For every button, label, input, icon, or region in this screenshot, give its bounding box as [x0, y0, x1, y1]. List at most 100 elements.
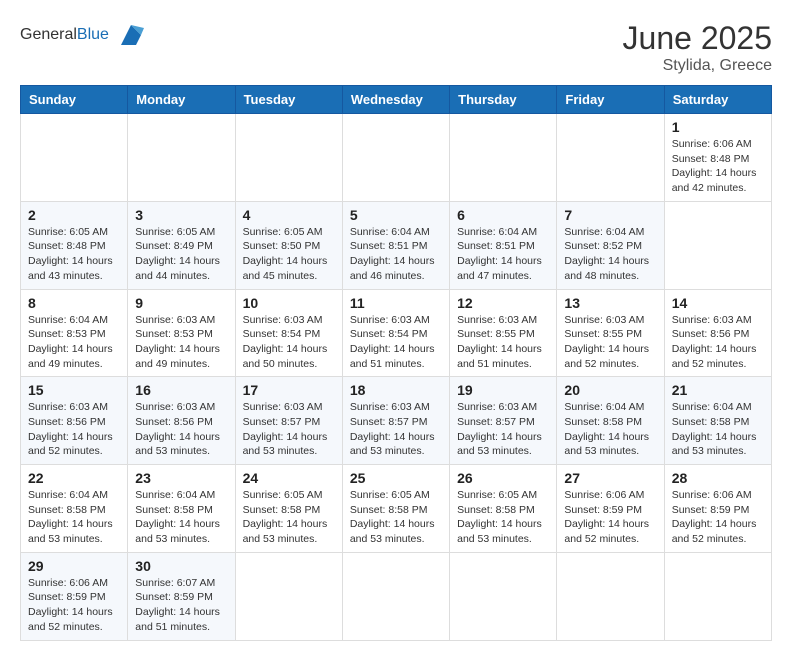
day-number: 9 [135, 295, 227, 311]
calendar-week-5: 22 Sunrise: 6:04 AMSunset: 8:58 PMDayligh… [21, 465, 772, 553]
day-info: Sunrise: 6:04 AMSunset: 8:51 PMDaylight:… [457, 226, 542, 282]
month-year: June 2025 [623, 20, 772, 57]
day-info: Sunrise: 6:04 AMSunset: 8:58 PMDaylight:… [28, 489, 113, 545]
calendar-cell: 27Sunrise: 6:06 AMSunset: 8:59 PMDayligh… [557, 465, 664, 553]
day-number: 20 [564, 382, 656, 398]
logo-icon [116, 20, 146, 50]
day-info: Sunrise: 6:05 AMSunset: 8:58 PMDaylight:… [243, 489, 328, 545]
day-number: 7 [564, 207, 656, 223]
day-info: Sunrise: 6:04 AMSunset: 8:58 PMDaylight:… [672, 401, 757, 457]
calendar-cell: 25Sunrise: 6:05 AMSunset: 8:58 PMDayligh… [342, 465, 449, 553]
day-info: Sunrise: 6:04 AMSunset: 8:58 PMDaylight:… [564, 401, 649, 457]
day-number: 15 [28, 382, 120, 398]
day-number: 1 [672, 119, 764, 135]
location: Stylida, Greece [623, 57, 772, 75]
day-info: Sunrise: 6:05 AMSunset: 8:58 PMDaylight:… [457, 489, 542, 545]
calendar-cell [664, 201, 771, 289]
day-info: Sunrise: 6:04 AMSunset: 8:52 PMDaylight:… [564, 226, 649, 282]
calendar-cell: 15 Sunrise: 6:03 AMSunset: 8:56 PMDayligh… [21, 377, 128, 465]
calendar-cell: 10Sunrise: 6:03 AMSunset: 8:54 PMDayligh… [235, 289, 342, 377]
day-info: Sunrise: 6:06 AMSunset: 8:59 PMDaylight:… [564, 489, 649, 545]
calendar-cell: 22 Sunrise: 6:04 AMSunset: 8:58 PMDayligh… [21, 465, 128, 553]
calendar-header-row: SundayMondayTuesdayWednesdayThursdayFrid… [21, 86, 772, 114]
calendar-cell: 30 Sunrise: 6:07 AMSunset: 8:59 PMDayligh… [128, 552, 235, 640]
day-info: Sunrise: 6:06 AMSunset: 8:59 PMDaylight:… [672, 489, 757, 545]
day-number: 14 [672, 295, 764, 311]
calendar-cell: 12Sunrise: 6:03 AMSunset: 8:55 PMDayligh… [450, 289, 557, 377]
day-header-sunday: Sunday [21, 86, 128, 114]
day-number: 24 [243, 470, 335, 486]
calendar-week-6: 29Sunrise: 6:06 AMSunset: 8:59 PMDayligh… [21, 552, 772, 640]
calendar-week-3: 8Sunrise: 6:04 AMSunset: 8:53 PMDaylight… [21, 289, 772, 377]
calendar-cell: 24 Sunrise: 6:05 AMSunset: 8:58 PMDayligh… [235, 465, 342, 553]
day-number: 21 [672, 382, 764, 398]
day-info: Sunrise: 6:07 AMSunset: 8:59 PMDaylight:… [135, 577, 220, 633]
day-info: Sunrise: 6:05 AMSunset: 8:48 PMDaylight:… [28, 226, 113, 282]
calendar-cell: 28Sunrise: 6:06 AMSunset: 8:59 PMDayligh… [664, 465, 771, 553]
calendar-cell [342, 552, 449, 640]
day-info: Sunrise: 6:04 AMSunset: 8:58 PMDaylight:… [135, 489, 220, 545]
day-header-thursday: Thursday [450, 86, 557, 114]
calendar-cell [450, 114, 557, 202]
calendar-cell [557, 552, 664, 640]
day-info: Sunrise: 6:05 AMSunset: 8:50 PMDaylight:… [243, 226, 328, 282]
logo: GeneralBlue [20, 20, 146, 50]
calendar-cell: 8Sunrise: 6:04 AMSunset: 8:53 PMDaylight… [21, 289, 128, 377]
calendar-cell: 13 Sunrise: 6:03 AMSunset: 8:55 PMDayligh… [557, 289, 664, 377]
calendar-cell: 7 Sunrise: 6:04 AMSunset: 8:52 PMDaylight… [557, 201, 664, 289]
logo-blue-text: Blue [77, 26, 109, 43]
calendar-cell: 14Sunrise: 6:03 AMSunset: 8:56 PMDayligh… [664, 289, 771, 377]
calendar-cell: 9Sunrise: 6:03 AMSunset: 8:53 PMDaylight… [128, 289, 235, 377]
day-number: 13 [564, 295, 656, 311]
calendar-cell: 3 Sunrise: 6:05 AMSunset: 8:49 PMDaylight… [128, 201, 235, 289]
day-header-monday: Monday [128, 86, 235, 114]
calendar-cell: 11Sunrise: 6:03 AMSunset: 8:54 PMDayligh… [342, 289, 449, 377]
calendar-cell: 4 Sunrise: 6:05 AMSunset: 8:50 PMDaylight… [235, 201, 342, 289]
day-info: Sunrise: 6:04 AMSunset: 8:51 PMDaylight:… [350, 226, 435, 282]
day-number: 12 [457, 295, 549, 311]
calendar-cell: 26Sunrise: 6:05 AMSunset: 8:58 PMDayligh… [450, 465, 557, 553]
calendar-week-4: 15 Sunrise: 6:03 AMSunset: 8:56 PMDayligh… [21, 377, 772, 465]
page-header: GeneralBlue June 2025 Stylida, Greece [20, 20, 772, 75]
day-info: Sunrise: 6:03 AMSunset: 8:56 PMDaylight:… [28, 401, 113, 457]
day-number: 18 [350, 382, 442, 398]
calendar-cell: 16Sunrise: 6:03 AMSunset: 8:56 PMDayligh… [128, 377, 235, 465]
calendar-cell: 18 Sunrise: 6:03 AMSunset: 8:57 PMDayligh… [342, 377, 449, 465]
calendar-cell: 1 Sunrise: 6:06 AMSunset: 8:48 PMDaylight… [664, 114, 771, 202]
calendar-table: SundayMondayTuesdayWednesdayThursdayFrid… [20, 85, 772, 641]
day-number: 4 [243, 207, 335, 223]
day-info: Sunrise: 6:03 AMSunset: 8:57 PMDaylight:… [243, 401, 328, 457]
day-number: 10 [243, 295, 335, 311]
day-number: 16 [135, 382, 227, 398]
day-number: 3 [135, 207, 227, 223]
day-header-tuesday: Tuesday [235, 86, 342, 114]
calendar-cell [557, 114, 664, 202]
day-info: Sunrise: 6:06 AMSunset: 8:59 PMDaylight:… [28, 577, 113, 633]
day-info: Sunrise: 6:03 AMSunset: 8:57 PMDaylight:… [350, 401, 435, 457]
day-number: 22 [28, 470, 120, 486]
day-number: 17 [243, 382, 335, 398]
calendar-cell: 2Sunrise: 6:05 AMSunset: 8:48 PMDaylight… [21, 201, 128, 289]
title-block: June 2025 Stylida, Greece [623, 20, 772, 75]
calendar-cell: 6Sunrise: 6:04 AMSunset: 8:51 PMDaylight… [450, 201, 557, 289]
calendar-cell: 19Sunrise: 6:03 AMSunset: 8:57 PMDayligh… [450, 377, 557, 465]
calendar-cell [21, 114, 128, 202]
calendar-cell [450, 552, 557, 640]
calendar-cell: 20 Sunrise: 6:04 AMSunset: 8:58 PMDayligh… [557, 377, 664, 465]
day-header-saturday: Saturday [664, 86, 771, 114]
calendar-cell: 17 Sunrise: 6:03 AMSunset: 8:57 PMDayligh… [235, 377, 342, 465]
day-info: Sunrise: 6:06 AMSunset: 8:48 PMDaylight:… [672, 138, 757, 194]
calendar-cell: 29Sunrise: 6:06 AMSunset: 8:59 PMDayligh… [21, 552, 128, 640]
calendar-cell [235, 114, 342, 202]
calendar-cell: 5Sunrise: 6:04 AMSunset: 8:51 PMDaylight… [342, 201, 449, 289]
calendar-cell: 23Sunrise: 6:04 AMSunset: 8:58 PMDayligh… [128, 465, 235, 553]
day-header-wednesday: Wednesday [342, 86, 449, 114]
day-info: Sunrise: 6:03 AMSunset: 8:57 PMDaylight:… [457, 401, 542, 457]
day-info: Sunrise: 6:03 AMSunset: 8:55 PMDaylight:… [564, 314, 649, 370]
day-info: Sunrise: 6:05 AMSunset: 8:49 PMDaylight:… [135, 226, 220, 282]
day-number: 30 [135, 558, 227, 574]
calendar-cell: 21 Sunrise: 6:04 AMSunset: 8:58 PMDayligh… [664, 377, 771, 465]
day-number: 11 [350, 295, 442, 311]
calendar-cell [342, 114, 449, 202]
day-number: 25 [350, 470, 442, 486]
